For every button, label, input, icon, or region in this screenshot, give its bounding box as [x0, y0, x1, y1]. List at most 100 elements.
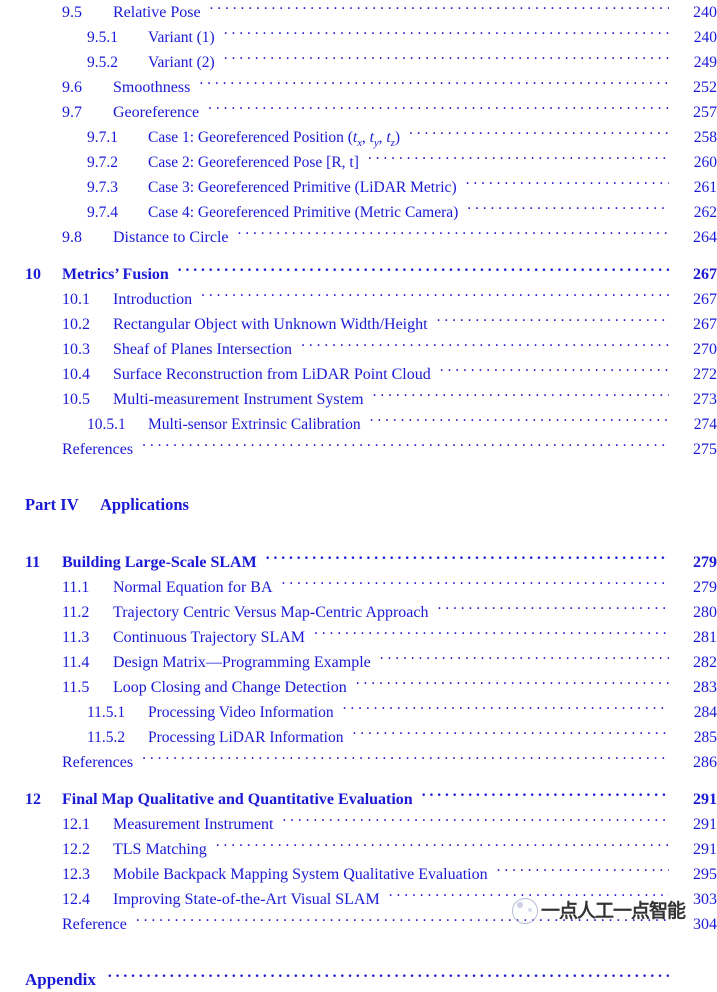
- leader-dots: [178, 263, 669, 279]
- toc-entry-number: 12.1: [62, 816, 90, 833]
- toc-entry-label: Variant (2): [148, 54, 215, 71]
- toc-entry-number: 12.4: [62, 891, 90, 908]
- toc-entry-label: Case 2: Georeferenced Pose [R, t]: [148, 154, 359, 171]
- leader-dots: [343, 702, 669, 718]
- toc-entry-label: Loop Closing and Change Detection: [113, 679, 347, 696]
- toc-entry-page-number: 267: [693, 291, 717, 308]
- toc-entry-subsection[interactable]: 10.5.1 Multi-sensor Extrinsic Calibration…: [0, 412, 717, 437]
- toc-entry-page-number: 267: [693, 266, 717, 283]
- leader-dots: [208, 101, 669, 117]
- leader-dots: [373, 388, 669, 404]
- toc-entry-section[interactable]: 11.2 Trajectory Centric Versus Map-Centri…: [0, 600, 717, 625]
- toc-entry-number: 10.3: [62, 341, 90, 358]
- toc-entry-number: 11.4: [62, 654, 90, 671]
- toc-entry-references[interactable]: References 275: [0, 437, 717, 462]
- toc-entry-page-number: 291: [693, 816, 717, 833]
- toc-entry-section[interactable]: 11.5 Loop Closing and Change Detection 283: [0, 675, 717, 700]
- toc-entry-section[interactable]: 10.2 Rectangular Object with Unknown Widt…: [0, 312, 717, 337]
- toc-entry-page-number: 281: [693, 629, 717, 646]
- toc-entry-page-number: 303: [693, 891, 717, 908]
- toc-entry-subsection[interactable]: 9.5.1 Variant (1) 240: [0, 25, 717, 50]
- toc-entry-page-number: 291: [693, 791, 717, 808]
- toc-entry-number: 12.3: [62, 866, 90, 883]
- toc-entry-section[interactable]: 9.6 Smoothness 252: [0, 75, 717, 100]
- toc-entry-label: References: [62, 754, 134, 771]
- toc-entry-page-number: 262: [693, 204, 717, 221]
- toc-entry-section[interactable]: 9.5 Relative Pose 240: [0, 0, 717, 25]
- toc-entry-section[interactable]: 11.1 Normal Equation for BA 279: [0, 575, 717, 600]
- toc-entry-number: 10.5.1: [87, 416, 126, 433]
- toc-entry-page-number: 240: [693, 4, 717, 21]
- toc-entry-number: 11.5.1: [87, 704, 126, 721]
- toc-entry-section[interactable]: 10.5 Multi-measurement Instrument System 2…: [0, 387, 717, 412]
- toc-entry-page-number: 270: [693, 341, 717, 358]
- toc-entry-section[interactable]: 9.8 Distance to Circle 264: [0, 225, 717, 250]
- toc-entry-page-number: 252: [693, 79, 717, 96]
- toc-entry-section[interactable]: 11.3 Continuous Trajectory SLAM 281: [0, 625, 717, 650]
- toc-entry-subsection[interactable]: 11.5.1 Processing Video Information 284: [0, 700, 717, 725]
- toc-entry-label: Reference: [62, 916, 127, 933]
- leader-dots: [466, 177, 669, 193]
- toc-entry-label: Distance to Circle: [113, 229, 229, 246]
- toc-entry-subsection[interactable]: 11.5.2 Processing LiDAR Information 285: [0, 725, 717, 750]
- toc-entry-chapter[interactable]: 12 Final Map Qualitative and Quantitative…: [0, 787, 717, 812]
- toc-entry-subsection[interactable]: 9.7.3 Case 3: Georeferenced Primitive (Li…: [0, 175, 717, 200]
- toc-entry-label: Measurement Instrument: [113, 816, 274, 833]
- toc-entry-label: Introduction: [113, 291, 193, 308]
- toc-entry-page-number: 284: [693, 704, 717, 721]
- toc-entry-appendix[interactable]: Appendix: [0, 967, 717, 992]
- toc-entry-number: 9.7: [62, 104, 82, 121]
- toc-entry-number: 9.5.1: [87, 29, 118, 46]
- toc-entry-page-number: 274: [693, 416, 717, 433]
- toc-entry-section[interactable]: 10.4 Surface Reconstruction from LiDAR Po…: [0, 362, 717, 387]
- toc-entry-section[interactable]: 12.3 Mobile Backpack Mapping System Quali…: [0, 862, 717, 887]
- leader-dots: [437, 601, 669, 617]
- part-label: Applications: [100, 495, 189, 514]
- toc-entry-page-number: 257: [693, 104, 717, 121]
- leader-dots: [422, 788, 669, 804]
- toc-entry-label: Trajectory Centric Versus Map-Centric Ap…: [113, 604, 429, 621]
- toc-entry-label: Processing Video Information: [148, 704, 334, 721]
- leader-dots: [368, 152, 669, 168]
- toc-entry-subsection[interactable]: 9.7.4 Case 4: Georeferenced Primitive (Me…: [0, 200, 717, 225]
- toc-entry-label: Rectangular Object with Unknown Width/He…: [113, 316, 428, 333]
- toc-entry-references[interactable]: References 286: [0, 750, 717, 775]
- toc-entry-section[interactable]: 9.7 Georeference 257: [0, 100, 717, 125]
- toc-entry-section[interactable]: 10.3 Sheaf of Planes Intersection 270: [0, 337, 717, 362]
- toc-entry-number: 11.5.2: [87, 729, 126, 746]
- toc-entry-label: Case 4: Georeferenced Primitive (Metric …: [148, 204, 459, 221]
- toc-entry-subsection[interactable]: 9.7.2 Case 2: Georeferenced Pose [R, t] 26…: [0, 150, 717, 175]
- toc-entry-references[interactable]: Reference 304: [0, 912, 717, 937]
- leader-dots: [356, 676, 669, 692]
- leader-dots: [216, 838, 669, 854]
- toc-entry-section[interactable]: 12.2 TLS Matching 291: [0, 837, 717, 862]
- toc-entry-number: 11.3: [62, 629, 90, 646]
- toc-entry-label: Smoothness: [113, 79, 191, 96]
- toc-entry-label: Final Map Qualitative and Quantitative E…: [62, 791, 413, 808]
- leader-dots: [266, 551, 669, 567]
- toc-entry-number: 11.1: [62, 579, 90, 596]
- leader-dots: [142, 438, 669, 454]
- vertical-spacer: [0, 937, 717, 967]
- toc-entry-page-number: 264: [693, 229, 717, 246]
- toc-entry-number: 9.6: [62, 79, 82, 96]
- toc-entry-label: Georeference: [113, 104, 200, 121]
- vertical-spacer: [0, 462, 717, 492]
- toc-entry-chapter[interactable]: 10 Metrics’ Fusion 267: [0, 262, 717, 287]
- toc-entry-section[interactable]: 12.4 Improving State-of-the-Art Visual SL…: [0, 887, 717, 912]
- toc-entry-chapter[interactable]: 11 Building Large-Scale SLAM 279: [0, 550, 717, 575]
- toc-entry-section[interactable]: 10.1 Introduction 267: [0, 287, 717, 312]
- leader-dots: [467, 202, 669, 218]
- leader-dots: [380, 651, 669, 667]
- toc-entry-section[interactable]: 11.4 Design Matrix—Programming Example 282: [0, 650, 717, 675]
- leader-dots: [409, 127, 669, 143]
- toc-entry-subsection[interactable]: 9.5.2 Variant (2) 249: [0, 50, 717, 75]
- leader-dots: [497, 863, 669, 879]
- toc-entry-label: TLS Matching: [113, 841, 207, 858]
- toc-entry-number: 9.7.4: [87, 204, 118, 221]
- vertical-spacer: [0, 517, 717, 538]
- toc-entry-subsection[interactable]: 9.7.1 Case 1: Georeferenced Position (tx,…: [0, 125, 717, 150]
- toc-entry-page-number: 258: [693, 129, 717, 146]
- toc-entry-section[interactable]: 12.1 Measurement Instrument 291: [0, 812, 717, 837]
- toc-entry-page-number: 240: [693, 29, 717, 46]
